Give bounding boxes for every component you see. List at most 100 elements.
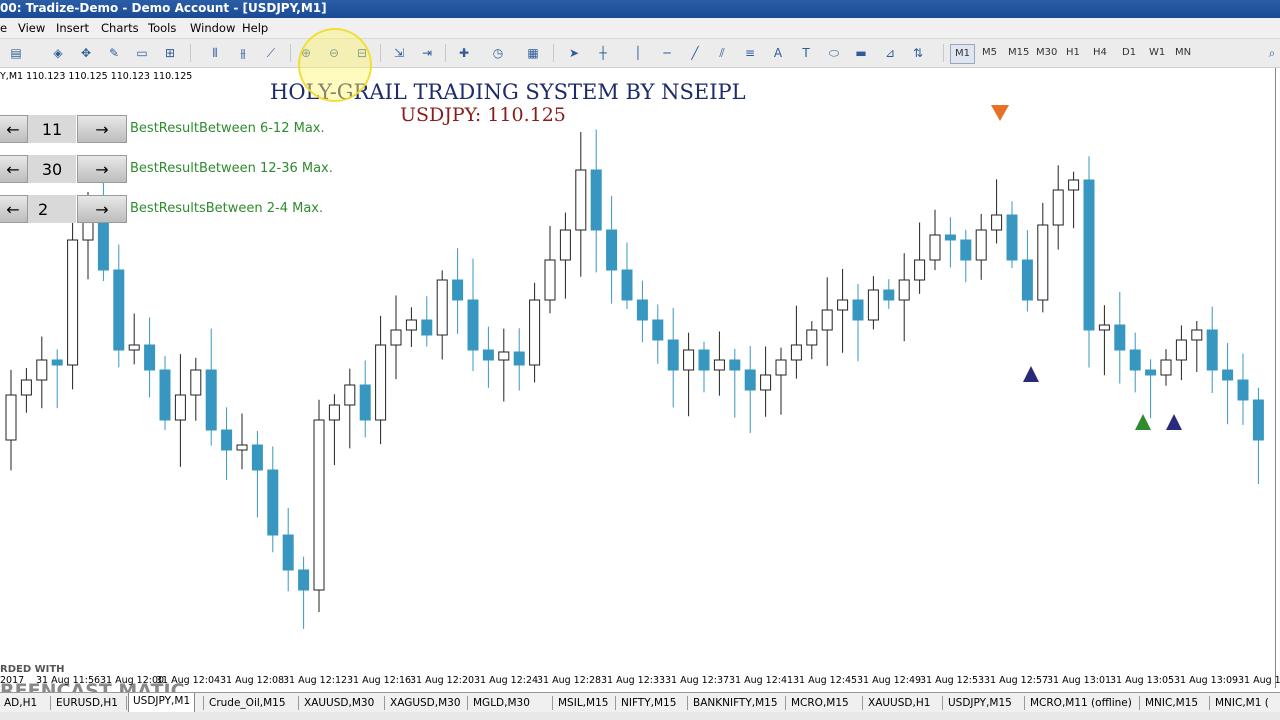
decrease-button[interactable]: ← <box>0 195 28 223</box>
line-chart-icon[interactable]: ⟋ <box>261 43 281 63</box>
crosshair-icon[interactable]: ┼ <box>593 43 613 63</box>
increase-button[interactable]: → <box>77 155 127 183</box>
bull-candle <box>5 394 17 441</box>
timeframe-m15[interactable]: M15 <box>1004 44 1033 62</box>
menu-insert[interactable]: Insert <box>56 21 89 35</box>
bull-candle <box>36 359 48 381</box>
bear-candle <box>698 349 710 371</box>
indicators-icon[interactable]: ✚ <box>454 43 474 63</box>
panel-value: 2 <box>28 195 76 223</box>
channel-icon[interactable]: ⫽ <box>712 43 732 63</box>
buy-signal-arrow <box>1135 414 1151 430</box>
chart-tab[interactable]: MCRO,M15 <box>787 695 853 711</box>
time-label: 31 Aug 12:41 <box>729 675 794 686</box>
bear-candle <box>267 469 279 536</box>
rectangle-icon[interactable]: ▬ <box>851 43 871 63</box>
chart-tab[interactable]: NIFTY,M15 <box>617 695 680 711</box>
panel-label: BestResultBetween 6-12 Max. <box>130 121 325 136</box>
decrease-button[interactable]: ← <box>0 155 28 183</box>
chart-tab[interactable]: MSIL,M15 <box>554 695 612 711</box>
menu-help[interactable]: Help <box>242 21 268 35</box>
time-label: 31 Aug 12:37 <box>665 675 730 686</box>
window-titlebar: 00: Tradize-Demo - Demo Account - [USDJP… <box>0 0 1280 18</box>
bull-candle <box>775 359 787 376</box>
chart-tab[interactable]: Crude_Oil,M15 <box>205 695 290 711</box>
menu-tools[interactable]: Tools <box>148 21 176 35</box>
fibonacci-icon[interactable]: ≡ <box>740 43 760 63</box>
bear-candle <box>883 289 895 301</box>
timeframe-m1[interactable]: M1 <box>950 44 975 64</box>
buy-signal-arrow <box>1023 366 1039 382</box>
bear-candle <box>744 369 756 391</box>
text-label-icon[interactable]: T <box>796 43 816 63</box>
cursor-icon[interactable]: ➤ <box>564 43 584 63</box>
chart-tab[interactable]: MNIC,M15 <box>1141 695 1202 711</box>
increase-button[interactable]: → <box>77 115 127 143</box>
vertical-line-icon[interactable]: │ <box>628 43 648 63</box>
bear-candle <box>960 239 972 261</box>
market-watch-icon[interactable]: ◈ <box>48 43 68 63</box>
templates-icon[interactable]: ▦ <box>523 43 543 63</box>
menu-charts[interactable]: Charts <box>101 21 139 35</box>
chart-tab[interactable]: USDJPY,M1 <box>128 693 196 713</box>
autoscroll-icon[interactable]: ⇲ <box>389 43 409 63</box>
chart-tab[interactable]: EURUSD,H1 <box>52 695 122 711</box>
time-label: 31 Aug 13:01 <box>1047 675 1112 686</box>
new-chart-icon[interactable]: ▤ <box>6 43 26 63</box>
bull-candle <box>436 279 448 336</box>
timeframe-h1[interactable]: H1 <box>1062 44 1084 62</box>
time-label: 31 Aug 12:45 <box>793 675 858 686</box>
chart-tab[interactable]: XAUUSD,H1 <box>864 695 934 711</box>
bar-chart-icon[interactable]: ⫴ <box>205 43 225 63</box>
chart-tab[interactable]: BANKNIFTY,M15 <box>689 695 782 711</box>
chart-tab[interactable]: MGLD,M30 <box>469 695 534 711</box>
arrows-icon[interactable]: ⇅ <box>908 43 928 63</box>
navigator-icon[interactable]: ✥ <box>76 43 96 63</box>
chart-tab[interactable]: XAGUSD,M30 <box>386 695 465 711</box>
tester-icon[interactable]: ⊞ <box>160 43 180 63</box>
bear-candle <box>421 319 433 336</box>
chart-tab[interactable]: USDJPY,M15 <box>944 695 1016 711</box>
timeframe-h4[interactable]: H4 <box>1089 44 1111 62</box>
bull-candle <box>991 214 1003 231</box>
timeframe-m30[interactable]: M30 <box>1032 44 1061 62</box>
time-label: 31 Aug 12:28 <box>537 675 602 686</box>
time-label: 31 Aug 13:09 <box>1174 675 1239 686</box>
status-strip <box>0 712 1280 720</box>
candlestick-icon[interactable]: ⫵ <box>233 43 253 63</box>
bull-candle <box>1037 224 1049 301</box>
bull-candle <box>1160 359 1172 376</box>
menu-window[interactable]: Window <box>190 21 235 35</box>
timeframe-d1[interactable]: D1 <box>1118 44 1140 62</box>
timeframe-m5[interactable]: M5 <box>978 44 1001 62</box>
terminal-icon[interactable]: ▭ <box>132 43 152 63</box>
decrease-button[interactable]: ← <box>0 115 28 143</box>
chart-shift-icon[interactable]: ⇥ <box>417 43 437 63</box>
menu-file[interactable]: e <box>0 21 7 35</box>
candlestick-chart[interactable] <box>0 68 1275 672</box>
periods-clock-icon[interactable]: ◷ <box>488 43 508 63</box>
time-label: 31 Aug 12:49 <box>857 675 922 686</box>
chart-tab[interactable]: MCRO,M11 (offline) <box>1026 695 1136 711</box>
bear-candle <box>298 569 310 591</box>
chart-tab[interactable]: MNIC,M1 ( <box>1211 695 1273 711</box>
bull-candle <box>20 379 32 396</box>
bull-candle <box>498 351 510 361</box>
text-icon[interactable]: A <box>768 43 788 63</box>
timeframe-mn[interactable]: MN <box>1171 44 1195 62</box>
fibo-fan-icon[interactable]: ⊿ <box>880 43 900 63</box>
increase-button[interactable]: → <box>77 195 127 223</box>
chart-tab[interactable]: AD,H1 <box>0 695 41 711</box>
chart-tab[interactable]: XAUUSD,M30 <box>300 695 378 711</box>
ellipse-icon[interactable]: ⬭ <box>824 43 844 63</box>
open-folder-icon[interactable]: ✎ <box>104 43 124 63</box>
bull-candle <box>529 299 541 366</box>
menu-view[interactable]: View <box>18 21 45 35</box>
search-icon[interactable]: ⌕ <box>1262 43 1280 63</box>
trendline-icon[interactable]: ╱ <box>685 43 705 63</box>
bull-candle <box>375 344 387 421</box>
horizontal-line-icon[interactable]: ─ <box>657 43 677 63</box>
timeframe-w1[interactable]: W1 <box>1145 44 1169 62</box>
bear-candle <box>729 359 741 371</box>
bear-candle <box>113 269 125 351</box>
